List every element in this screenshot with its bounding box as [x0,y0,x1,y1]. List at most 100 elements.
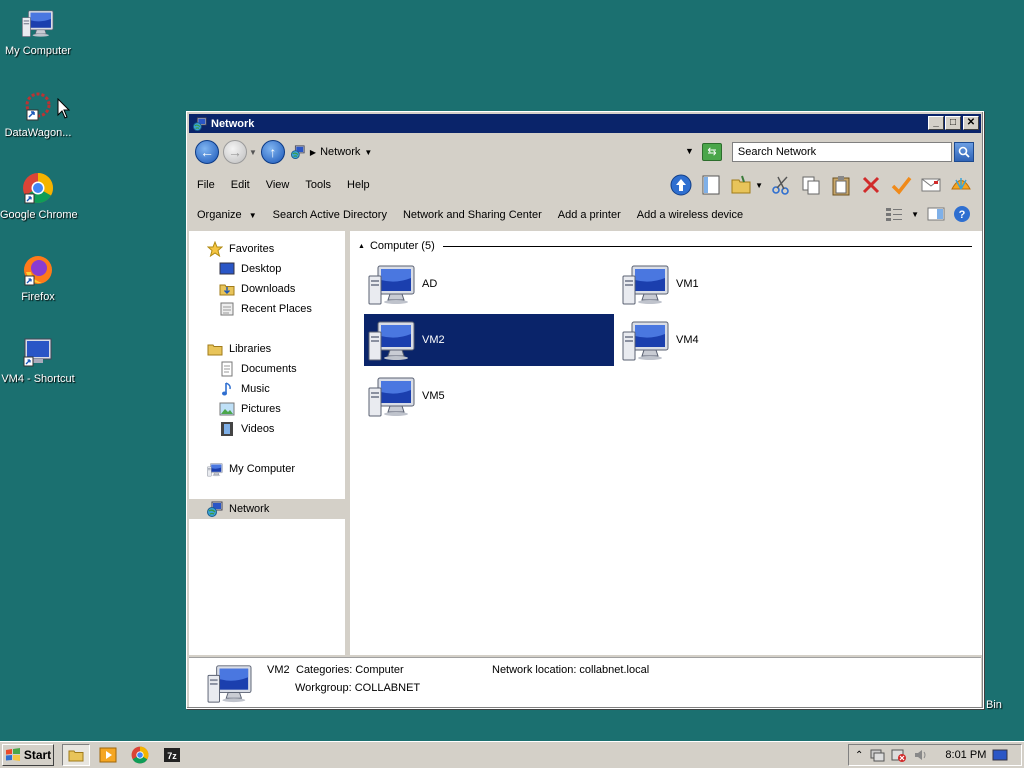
add-printer-button[interactable]: Add a printer [550,209,629,221]
preview-pane-icon[interactable] [927,206,945,222]
organize-button[interactable]: Organize ▼ [189,209,265,221]
taskbar-media-player-button[interactable] [94,744,122,766]
toolbar-up-icon[interactable] [669,173,693,197]
cut-icon[interactable] [769,173,793,197]
network-sharing-center-button[interactable]: Network and Sharing Center [395,209,550,221]
computer-item-vm2[interactable]: VM2 [364,314,614,366]
nav-libraries-label: Libraries [229,343,272,355]
nav-my-computer[interactable]: My Computer [189,459,347,479]
menu-file[interactable]: File [189,179,223,191]
desktop-icon-google-chrome[interactable]: Google Chrome [0,172,78,221]
recent-pages-dropdown[interactable]: ▼ [249,148,257,157]
computer-icon [21,8,55,42]
search-active-directory-button[interactable]: Search Active Directory [265,209,395,221]
nav-network[interactable]: Network [189,499,347,519]
computer-item-ad[interactable]: AD [364,258,614,310]
desktop-icon-firefox[interactable]: Firefox [0,254,76,303]
properties-check-icon[interactable] [889,173,913,197]
nav-libraries[interactable]: Libraries [189,339,347,359]
nav-documents[interactable]: Documents [189,359,347,379]
volume-icon[interactable] [913,748,929,762]
menu-help[interactable]: Help [339,179,378,191]
breadcrumb-chevron-icon[interactable]: ▼ [364,148,372,157]
videos-icon [219,421,235,437]
close-button[interactable]: ✕ [963,116,979,130]
nav-music-label: Music [241,383,270,395]
clock[interactable]: 8:01 PM [945,749,986,761]
delete-icon[interactable] [859,173,883,197]
menu-edit[interactable]: Edit [223,179,258,191]
computer-item-vm4[interactable]: VM4 [618,314,868,366]
group-header-computer[interactable]: ▲ Computer (5) [358,239,972,253]
desktop-icon-my-computer[interactable]: My Computer [0,8,76,57]
search-icon [958,146,970,158]
svg-text:7z: 7z [167,751,177,761]
show-desktop-icon[interactable] [992,748,1008,762]
nav-favorites[interactable]: Favorites [189,239,347,259]
minimize-button[interactable]: _ [928,116,944,130]
window-title: Network [211,117,255,130]
nav-favorites-label: Favorites [229,243,275,255]
documents-icon [219,361,235,377]
star-icon [207,241,223,257]
desktop-icon-vm4-shortcut[interactable]: VM4 - Shortcut [0,336,76,385]
mail-icon[interactable] [919,173,943,197]
add-wireless-device-button[interactable]: Add a wireless device [629,209,751,221]
menu-view[interactable]: View [258,179,298,191]
nav-downloads[interactable]: Downloads [189,279,347,299]
up-button[interactable]: ↑ [260,140,285,164]
computer-item-vm5[interactable]: VM5 [364,370,614,422]
nav-music[interactable]: Music [189,379,347,399]
forward-button[interactable]: → [223,140,247,164]
recycle-bin-label[interactable]: Bin [986,699,1002,711]
address-dropdown-icon[interactable]: ▼ [685,146,694,156]
paste-icon[interactable] [829,173,853,197]
details-pane: VM2 Categories: Computer Workgroup: COLL… [189,657,981,707]
view-options-icon[interactable] [885,206,903,222]
toolbar-folder-options-icon[interactable] [729,173,753,197]
desktop-icon-label: My Computer [4,45,72,57]
menu-tools[interactable]: Tools [297,179,339,191]
details-network-location: Network location: collabnet.local [492,664,650,676]
computer-icon [368,374,416,418]
computer-icon [622,318,670,362]
computer-item-vm1[interactable]: VM1 [618,258,868,310]
start-label: Start [23,748,52,762]
taskbar-explorer-button[interactable] [62,744,90,766]
copy-icon[interactable] [799,173,823,197]
group-divider [442,245,972,247]
network-tray-icon[interactable] [869,748,885,762]
address-bar[interactable]: ▶ Network ▼ ▼ [287,141,698,163]
music-icon [219,381,235,397]
shell-icon[interactable] [949,173,973,197]
search-input[interactable] [731,142,952,162]
taskbar: Start 7z ⌃ 8:01 PM [0,741,1024,768]
breadcrumb-chevron-icon[interactable]: ▶ [310,148,316,157]
help-icon[interactable]: ? [953,205,971,223]
nav-pictures-label: Pictures [241,403,281,415]
taskbar-chrome-button[interactable] [126,744,154,766]
maximize-button[interactable]: □ [945,116,961,130]
show-hidden-icons-icon[interactable]: ⌃ [855,750,863,761]
refresh-button[interactable]: ⇆ [701,143,722,161]
nav-recent-places[interactable]: Recent Places [189,299,347,319]
action-center-icon[interactable] [891,748,907,762]
taskbar-7zip-button[interactable]: 7z [158,744,186,766]
details-categories: Categories: Computer [296,664,404,676]
nav-pictures[interactable]: Pictures [189,399,347,419]
windows-flag-icon [5,748,20,761]
search-button[interactable] [953,142,974,162]
computer-icon [622,262,670,306]
desktop-icon-label: VM4 - Shortcut [1,373,75,385]
collapse-arrow-icon[interactable]: ▲ [358,243,365,250]
title-bar[interactable]: Network _ □ ✕ [189,114,981,133]
folder-options-dropdown-icon[interactable]: ▼ [755,181,763,190]
breadcrumb-network[interactable]: Network [320,146,360,158]
nav-videos[interactable]: Videos [189,419,347,439]
desktop-icon-label: Firefox [21,291,55,303]
start-button[interactable]: Start [2,744,54,766]
toolbar-folders-icon[interactable] [699,173,723,197]
back-button[interactable]: ← [195,140,219,164]
view-dropdown-icon[interactable]: ▼ [911,210,919,219]
nav-desktop[interactable]: Desktop [189,259,347,279]
